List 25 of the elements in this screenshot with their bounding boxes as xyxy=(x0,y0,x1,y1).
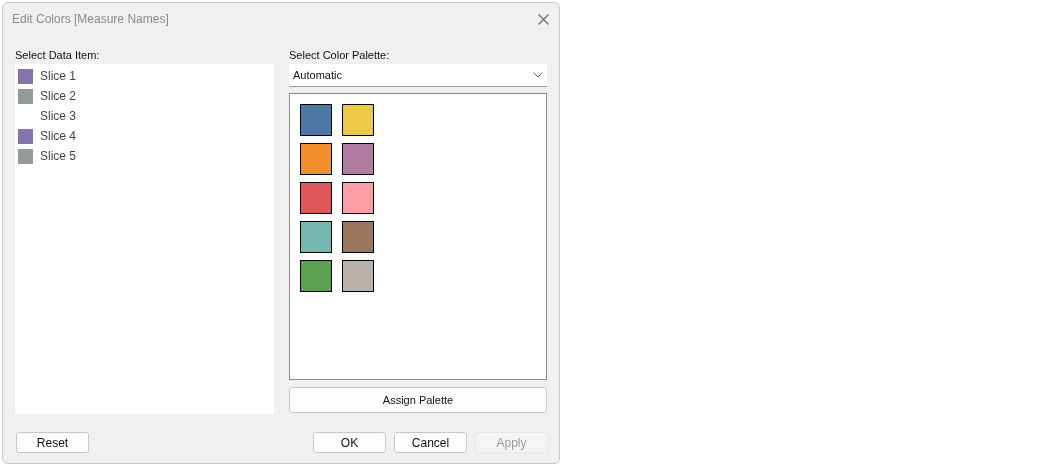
palette-swatch[interactable] xyxy=(300,182,332,214)
list-item[interactable]: Slice 1 xyxy=(40,67,77,85)
list-item[interactable]: Slice 3 xyxy=(40,107,77,125)
palette-swatch[interactable] xyxy=(342,104,374,136)
assign-palette-button[interactable]: Assign Palette xyxy=(289,387,547,413)
palette-swatch[interactable] xyxy=(342,143,374,175)
palette-swatch[interactable] xyxy=(300,104,332,136)
palette-dropdown[interactable]: Automatic xyxy=(289,64,547,87)
palette-swatch[interactable] xyxy=(342,260,374,292)
list-item[interactable]: Slice 5 xyxy=(40,147,77,165)
section-label: Select Color Palette: xyxy=(289,48,391,63)
palette-swatch[interactable] xyxy=(342,221,374,253)
section-label: Select Data Item: xyxy=(15,48,101,63)
list-item[interactable]: Slice 4 xyxy=(40,127,77,145)
list-item[interactable]: Slice 2 xyxy=(40,87,77,105)
dialog-button[interactable]: Cancel xyxy=(394,432,467,453)
dialog-button[interactable]: OK xyxy=(313,432,386,453)
dialog-button[interactable]: Reset xyxy=(16,432,89,453)
close-icon[interactable] xyxy=(538,13,549,25)
palette-swatch[interactable] xyxy=(300,143,332,175)
chevron-down-icon xyxy=(533,72,543,78)
palette-swatch[interactable] xyxy=(300,260,332,292)
palette-swatch[interactable] xyxy=(342,182,374,214)
palette-swatch[interactable] xyxy=(300,221,332,253)
window-title: Edit Colors [Measure Names] xyxy=(12,11,169,28)
